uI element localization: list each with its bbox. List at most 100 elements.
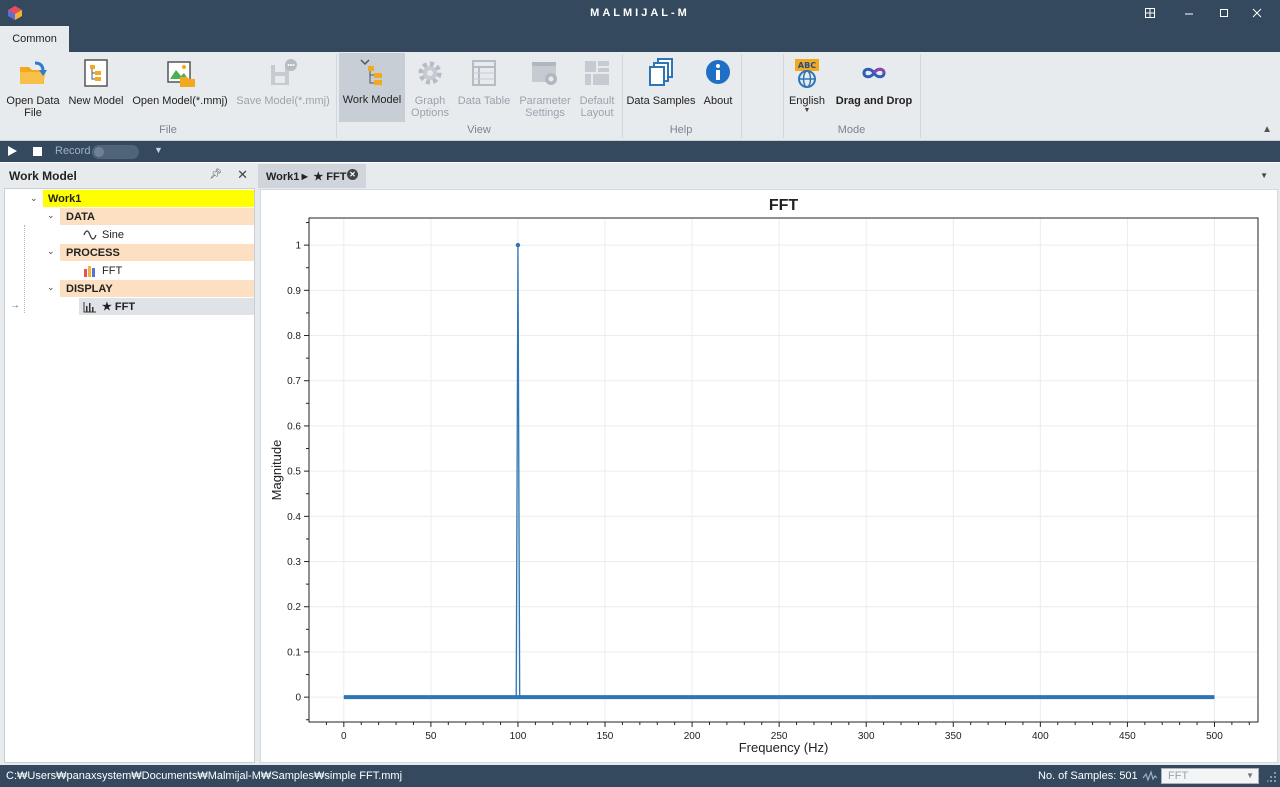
document-area: Work1► ★ FFT ✕ ▼ 0 50 100 150 200 250 300 350 40… <box>258 163 1280 765</box>
y-tick-label: 1 <box>295 241 301 252</box>
graph-options-label-1: Graph <box>414 95 446 107</box>
open-data-file-button[interactable]: Open Data File <box>2 54 64 122</box>
y-tick-label: 0.9 <box>287 286 301 297</box>
work-model-icon <box>360 59 382 85</box>
new-model-button[interactable]: New Model <box>66 54 126 122</box>
work-model-label: Work Model <box>342 94 402 106</box>
tree-category-data[interactable]: DATA <box>60 208 254 225</box>
parameter-settings-button[interactable]: Parameter Settings <box>517 54 573 122</box>
expand-chevron-icon[interactable]: ⌄ <box>47 210 55 221</box>
fft-chart[interactable]: 0 50 100 150 200 250 300 350 400 450 50000.10.20.3… <box>261 190 1277 762</box>
x-tick-label: 100 <box>510 731 527 742</box>
work-model-button[interactable]: Work Model <box>339 53 405 122</box>
layout-icon <box>585 61 609 85</box>
chart-pane[interactable]: 0 50 100 150 200 250 300 350 400 450 500 0 0.1 0.2 0.3… <box>260 189 1278 763</box>
gear-icon <box>418 61 442 85</box>
tab-common[interactable]: Common <box>0 26 69 52</box>
expand-chevron-icon[interactable]: ⌄ <box>47 246 55 257</box>
y-tick-label: 0.3 <box>287 557 301 568</box>
y-tick-label: 0.5 <box>287 467 301 478</box>
new-model-label: New Model <box>68 95 124 107</box>
close-icon[interactable]: ✕ <box>237 167 248 183</box>
play-icon[interactable] <box>8 146 17 156</box>
x-tick-label: 0 <box>341 731 347 742</box>
group-label-mode: Mode <box>837 124 866 136</box>
tree-category-display[interactable]: DISPLAY <box>60 280 254 297</box>
x-tick-label: 450 <box>1119 731 1136 742</box>
restore-icon <box>1145 8 1155 18</box>
expand-chevron-icon[interactable]: ⌄ <box>30 193 38 204</box>
pin-icon[interactable]: 📌︎ <box>209 169 222 180</box>
collapse-ribbon-icon[interactable]: ▲ <box>1262 124 1272 135</box>
chevron-down-icon[interactable]: ▼ <box>1260 171 1268 180</box>
document-tab[interactable]: Work1► ★ FFT ✕ <box>258 164 366 188</box>
record-label: Record <box>55 145 91 157</box>
tree-item-fft-display[interactable]: ★ FFT <box>79 298 254 315</box>
restore-button[interactable] <box>1133 0 1167 26</box>
group-label-file: File <box>159 124 177 136</box>
close-tab-icon[interactable]: ✕ <box>347 169 358 180</box>
plot-area <box>309 218 1258 722</box>
drag-and-drop-label: Drag and Drop <box>835 95 913 107</box>
tree-root-work1[interactable]: Work1 <box>43 190 254 207</box>
data-table-button[interactable]: Data Table <box>455 54 513 122</box>
y-tick-label: 0.1 <box>287 647 301 658</box>
display-selector[interactable]: FFT ▼ <box>1161 768 1259 784</box>
status-bar: C:₩Users₩panaxsystem₩Documents₩Malmijal-… <box>0 765 1280 787</box>
peak-marker <box>515 242 521 248</box>
default-layout-label-1: Default <box>579 95 615 107</box>
graph-options-button[interactable]: Graph Options <box>408 54 452 122</box>
bar-chart-color-icon <box>84 265 95 277</box>
data-samples-button[interactable]: Data Samples <box>626 54 696 122</box>
work-model-panel: Work Model 📌︎ ✕ → ⌄ Work1 ⌄ DATA Sine ⌄ … <box>0 163 258 765</box>
save-model-button[interactable]: Save Model(*.mmj) <box>234 54 332 122</box>
file-path: C:₩Users₩panaxsystem₩Documents₩Malmijal-… <box>6 770 403 782</box>
parameter-settings-icon <box>532 62 557 85</box>
y-tick-label: 0.4 <box>287 512 301 523</box>
app-window: MALMIJAL-M Common Open Data File New Mod… <box>0 0 1280 787</box>
tree-guide-line <box>24 225 25 313</box>
tree-item-fft-process[interactable]: FFT <box>79 262 254 279</box>
drag-and-drop-button[interactable]: Drag and Drop <box>832 54 916 122</box>
parameter-settings-label-1: Parameter <box>519 95 571 107</box>
open-model-button[interactable]: Open Model(*.mmj) <box>131 54 229 122</box>
tree-item-label: FFT <box>102 264 123 277</box>
close-button[interactable] <box>1240 0 1274 26</box>
maximize-button[interactable] <box>1207 0 1241 26</box>
open-model-label: Open Model(*.mmj) <box>132 95 228 107</box>
minimize-button[interactable] <box>1172 0 1206 26</box>
record-toggle[interactable] <box>92 145 139 159</box>
data-samples-label: Data Samples <box>626 95 696 107</box>
x-tick-label: 400 <box>1032 731 1049 742</box>
group-label-help: Help <box>669 124 693 136</box>
tree-category-process[interactable]: PROCESS <box>60 244 254 261</box>
table-icon <box>472 60 496 86</box>
model-tree: → ⌄ Work1 ⌄ DATA Sine ⌄ PROCESS FFT ⌄ DI… <box>4 188 255 763</box>
current-arrow-icon: → <box>10 300 20 311</box>
about-label: About <box>703 95 733 107</box>
x-tick-label: 150 <box>597 731 614 742</box>
window-title: MALMIJAL-M <box>590 7 690 19</box>
group-label-view: View <box>467 124 491 136</box>
resize-grip-icon[interactable] <box>1267 771 1277 783</box>
about-button[interactable]: About <box>700 54 736 122</box>
x-axis-label: Frequency (Hz) <box>739 740 829 755</box>
language-english-button[interactable]: ABC English ▼ <box>787 54 827 122</box>
chart-title: FFT <box>769 197 799 214</box>
x-tick-label: 50 <box>425 731 437 742</box>
y-tick-label: 0 <box>295 693 301 704</box>
open-model-icon <box>167 61 195 87</box>
chevron-down-icon[interactable]: ▼ <box>154 145 163 155</box>
stop-icon[interactable] <box>33 147 42 156</box>
data-table-label: Data Table <box>457 95 511 107</box>
expand-chevron-icon[interactable]: ⌄ <box>47 282 55 293</box>
default-layout-button[interactable]: Default Layout <box>575 54 619 122</box>
tree-item-sine[interactable]: Sine <box>79 226 254 243</box>
language-globe-icon: ABC <box>795 59 819 88</box>
parameter-settings-label-2: Settings <box>525 107 565 119</box>
group-separator <box>741 54 742 138</box>
minimize-icon <box>1185 13 1193 15</box>
save-model-icon <box>271 59 297 85</box>
open-folder-icon <box>20 61 47 84</box>
y-axis-label: Magnitude <box>269 440 284 501</box>
